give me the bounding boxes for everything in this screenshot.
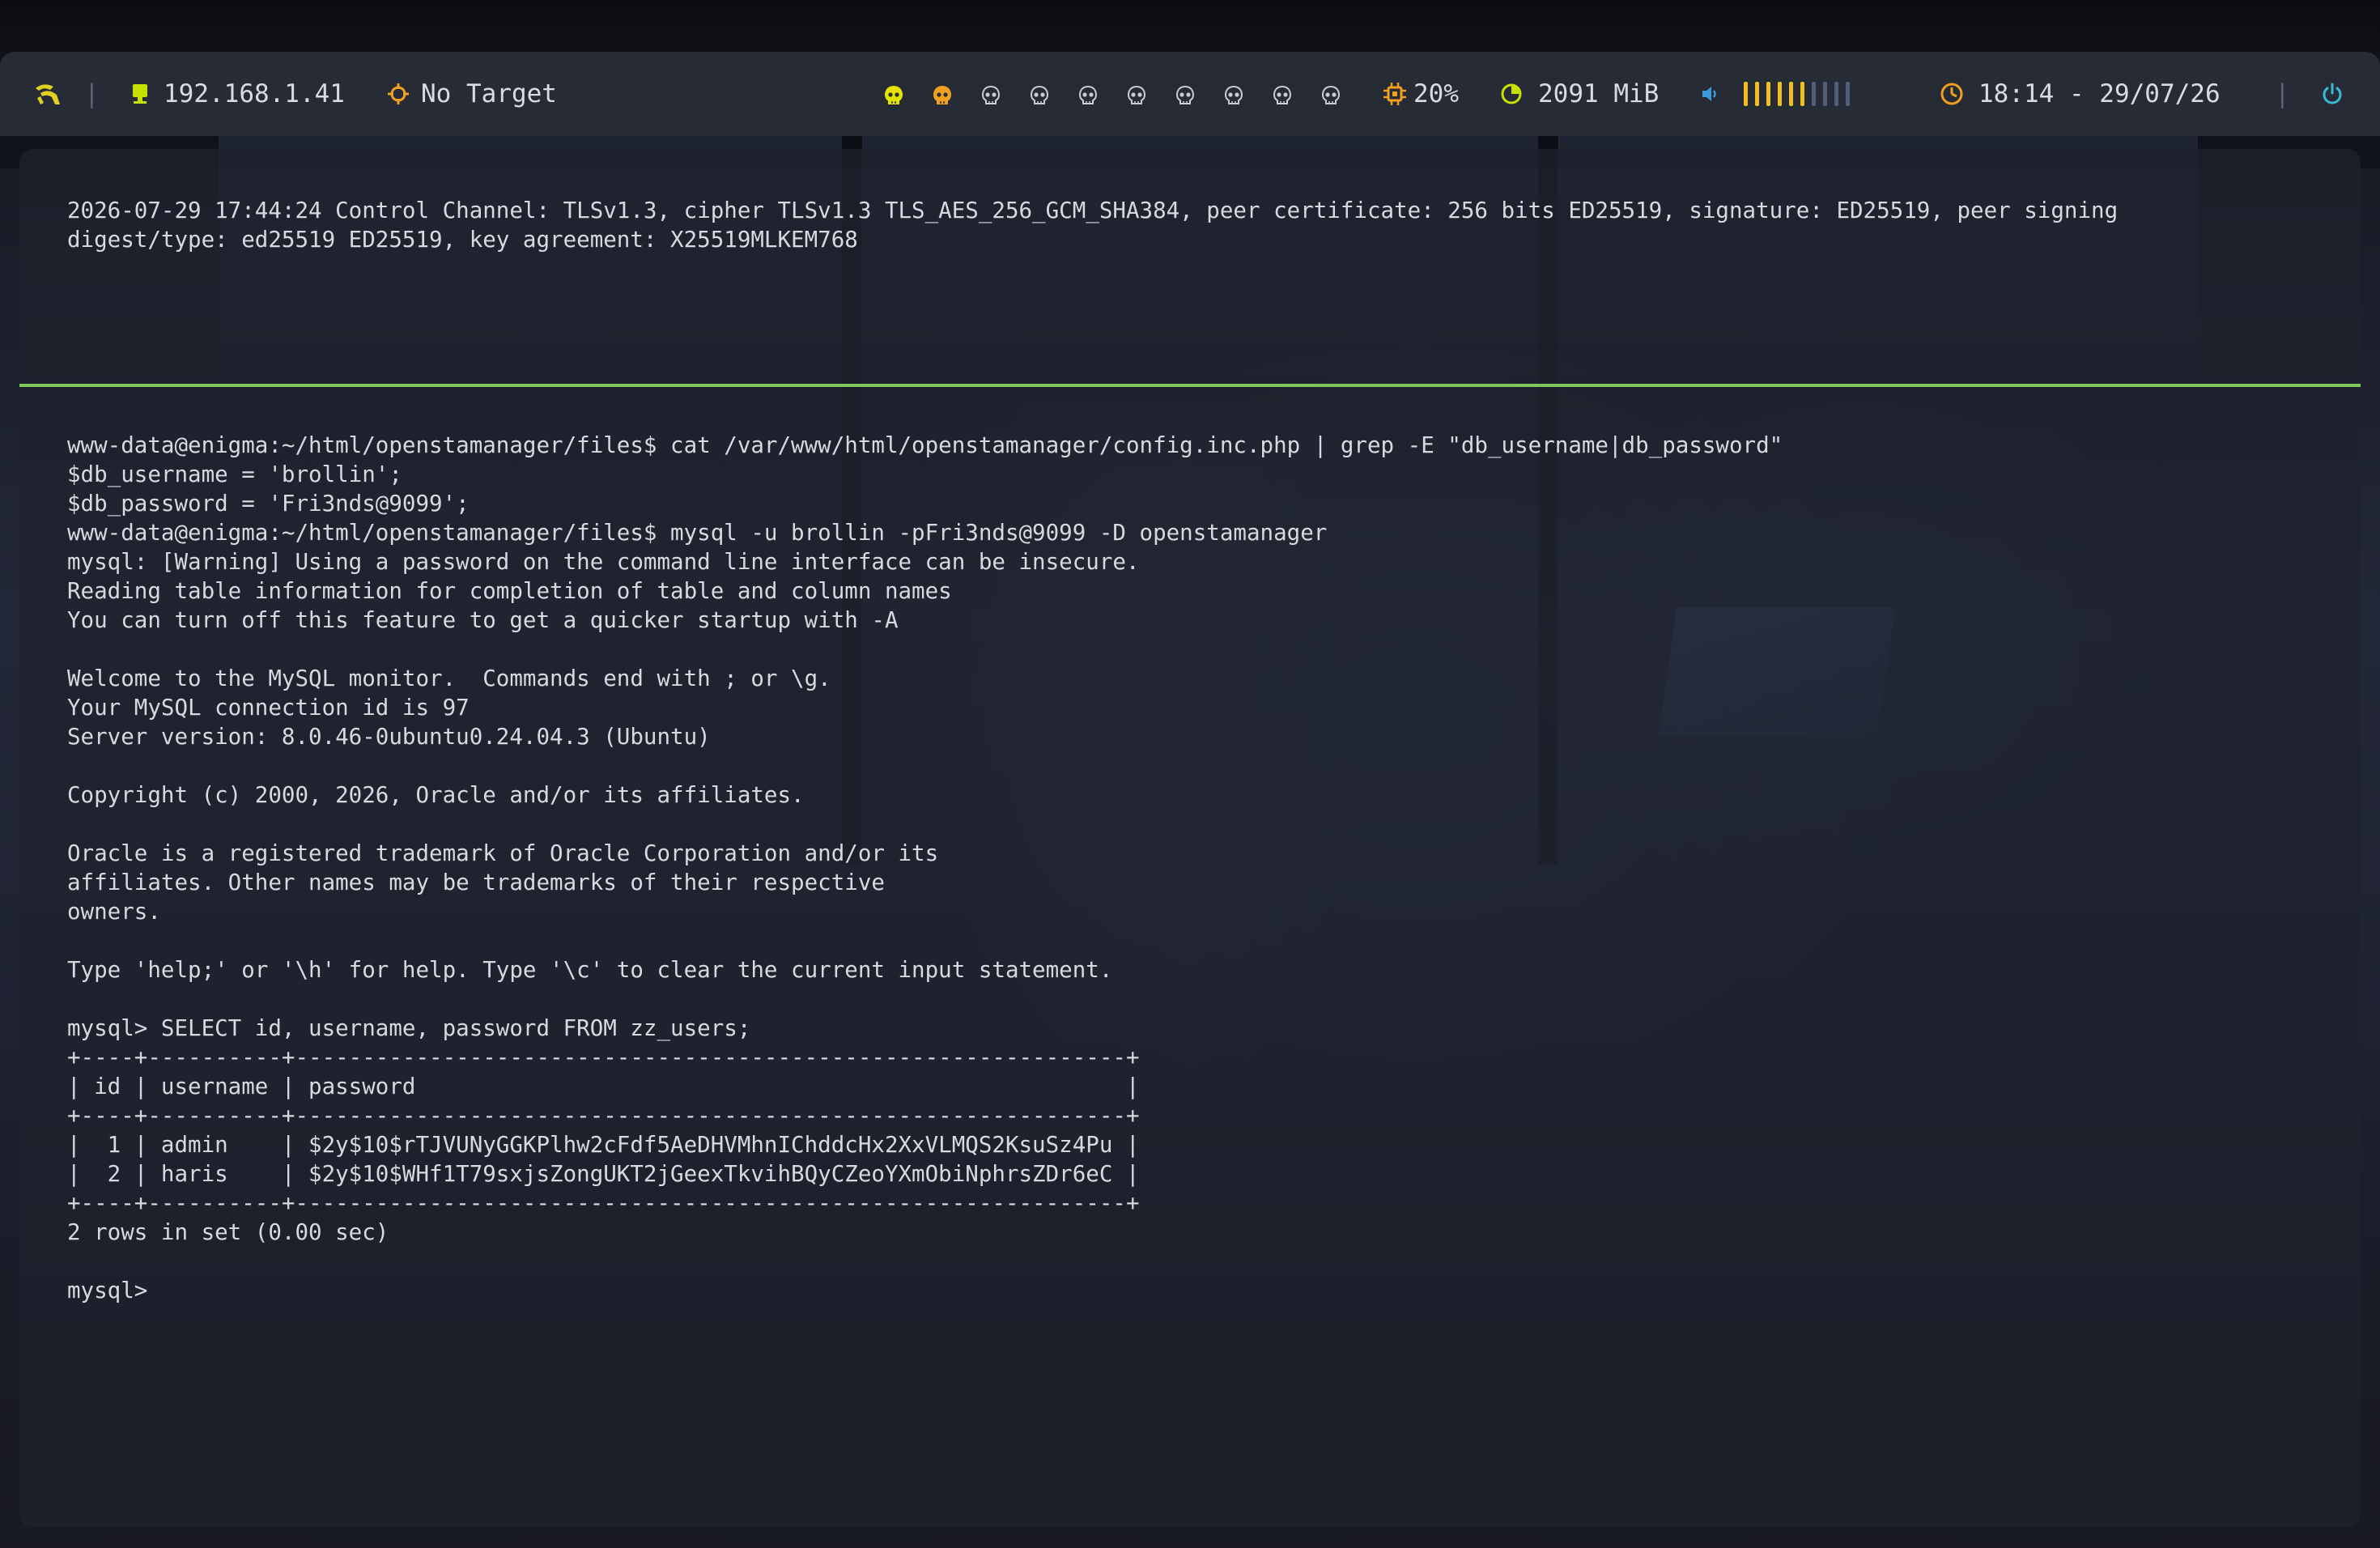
terminal-line: www-data@enigma:~/html/openstamanager/fi…: [67, 432, 1783, 458]
terminal-line: affiliates. Other names may be trademark…: [67, 870, 885, 895]
terminal-line: mysql> SELECT id, username, password FRO…: [67, 1015, 751, 1041]
terminal-line: owners.: [67, 899, 161, 925]
terminal-pane-top[interactable]: 2026-07-29 17:44:24 Control Channel: TLS…: [19, 196, 2361, 254]
memory-usage: 2091 MiB: [1538, 79, 1660, 108]
terminal-line: Type 'help;' or '\h' for help. Type '\c'…: [67, 957, 1113, 983]
clock-time: 18:14 - 29/07/26: [1978, 79, 2221, 108]
volume-segment: [1755, 82, 1759, 106]
terminal-line: mysql>: [67, 1276, 2328, 1305]
volume-segment: [1834, 82, 1838, 106]
pie-chart-icon: [1499, 82, 1524, 106]
terminal-line: Reading table information for completion…: [67, 578, 952, 604]
volume-segment: [1789, 82, 1793, 106]
ip-address: 192.168.1.41: [164, 79, 345, 108]
terminal-line: 2026-07-29 17:44:24 Control Channel: TLS…: [67, 198, 2119, 223]
status-bar: | 192.168.1.41 No Target 20% 2091 MiB 18…: [0, 52, 2380, 136]
workspace-skull-icon[interactable]: [1273, 83, 1292, 104]
volume-widget[interactable]: [1700, 52, 1850, 136]
workspace-skull-icon[interactable]: [1175, 83, 1195, 104]
terminal-line: +----+----------+-----------------------…: [67, 1103, 1140, 1129]
workspace-skull-icon[interactable]: [933, 83, 952, 104]
memory-widget[interactable]: 2091 MiB: [1499, 52, 1659, 136]
terminal-line: +----+----------+-----------------------…: [67, 1190, 1140, 1216]
workspace-skull-icon[interactable]: [1030, 83, 1049, 104]
terminal-line: Your MySQL connection id is 97: [67, 695, 470, 721]
launcher-button[interactable]: [32, 52, 63, 136]
workspace-skull-icon[interactable]: [1078, 83, 1098, 104]
bar-separator: |: [84, 79, 100, 108]
workspace-list: [884, 52, 1370, 136]
terminal-line: Welcome to the MySQL monitor. Commands e…: [67, 666, 831, 691]
terminal-line: $db_password = 'Fri3nds@9099';: [67, 491, 470, 517]
speaker-icon: [1700, 83, 1721, 104]
terminal-line: +----+----------+-----------------------…: [67, 1044, 1140, 1070]
terminal-line: $db_username = 'brollin';: [67, 461, 402, 487]
monitor-icon: [130, 83, 151, 105]
terminal-line: Oracle is a registered trademark of Orac…: [67, 840, 939, 866]
cpu-widget[interactable]: 20%: [1383, 52, 1459, 136]
desktop: | 192.168.1.41 No Target 20% 2091 MiB 18…: [0, 0, 2380, 1548]
terminal-line: 2 rows in set (0.00 sec): [67, 1219, 389, 1245]
workspace-skull-icon[interactable]: [884, 83, 903, 104]
volume-segment: [1766, 82, 1770, 106]
terminal-window[interactable]: 2026-07-29 17:44:24 Control Channel: TLS…: [19, 149, 2361, 1527]
terminal-line: | 2 | haris | $2y$10$WHf1T79sxjsZongUKT2…: [67, 1161, 1140, 1187]
clock-widget[interactable]: 18:14 - 29/07/26: [1940, 52, 2221, 136]
arch-icon: [32, 80, 63, 108]
volume-level-bars[interactable]: [1744, 82, 1850, 106]
terminal-line: | 1 | admin | $2y$10$rTJVUNyGGKPlhw2cFdf…: [67, 1132, 1140, 1158]
power-icon: [2320, 82, 2344, 106]
workspace-skull-icon[interactable]: [1224, 83, 1243, 104]
volume-segment: [1800, 82, 1804, 106]
terminal-line: www-data@enigma:~/html/openstamanager/fi…: [67, 520, 1328, 546]
terminal-line: You can turn off this feature to get a q…: [67, 607, 899, 633]
target-label: No Target: [421, 79, 557, 108]
ip-widget[interactable]: 192.168.1.41: [130, 52, 345, 136]
terminal-pane-bottom[interactable]: www-data@enigma:~/html/openstamanager/fi…: [19, 431, 2361, 1305]
volume-segment: [1744, 82, 1748, 106]
bar-separator: |: [2275, 79, 2290, 108]
power-button[interactable]: [2320, 52, 2344, 136]
workspace-skull-icon[interactable]: [1127, 83, 1146, 104]
pane-divider[interactable]: [19, 384, 2361, 387]
terminal-line: Server version: 8.0.46-0ubuntu0.24.04.3 …: [67, 724, 711, 750]
workspace-skull-icon[interactable]: [1321, 83, 1341, 104]
volume-segment: [1778, 82, 1782, 106]
crosshair-icon: [387, 83, 410, 105]
terminal-line: Copyright (c) 2000, 2026, Oracle and/or …: [67, 782, 805, 808]
terminal-line: mysql: [Warning] Using a password on the…: [67, 549, 1140, 575]
cpu-usage: 20%: [1413, 79, 1459, 108]
target-widget[interactable]: No Target: [387, 52, 557, 136]
terminal-line: | id | username | password |: [67, 1074, 1140, 1099]
terminal-line: digest/type: ed25519 ED25519, key agreem…: [67, 227, 858, 253]
terminal-cursor: [161, 1279, 174, 1303]
volume-segment: [1812, 82, 1816, 106]
volume-segment: [1846, 82, 1850, 106]
clock-icon: [1940, 82, 1964, 106]
cpu-icon: [1383, 82, 1407, 106]
workspace-skull-icon[interactable]: [981, 83, 1001, 104]
volume-segment: [1823, 82, 1827, 106]
